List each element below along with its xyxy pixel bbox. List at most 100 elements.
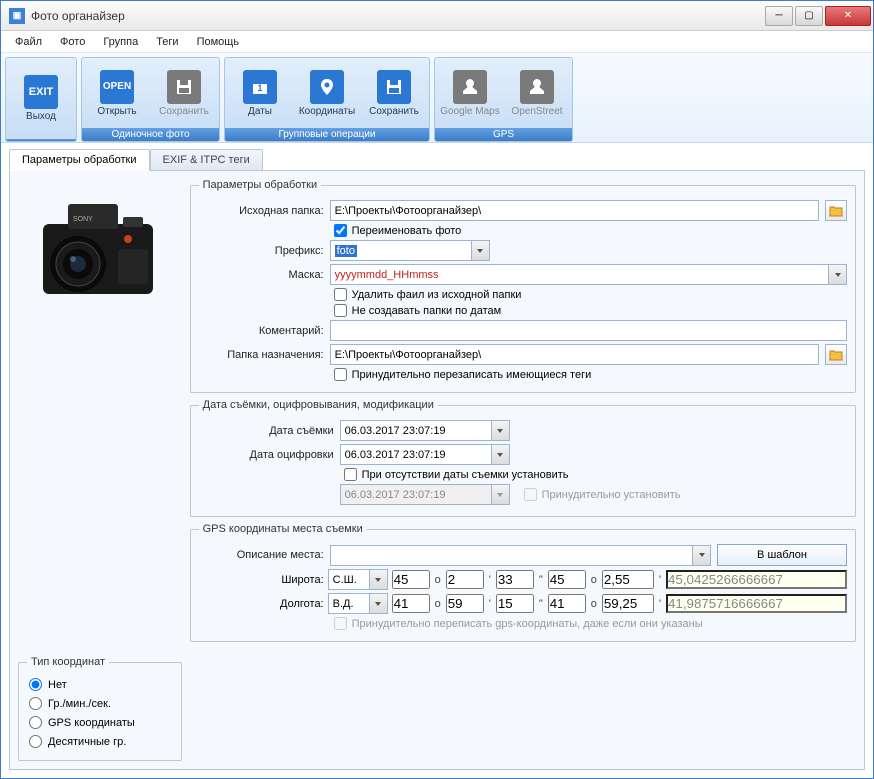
menu-tags[interactable]: Теги	[148, 34, 186, 50]
lon-decimal-input[interactable]	[666, 594, 847, 613]
comment-label: Коментарий:	[199, 325, 324, 337]
digi-date-label: Дата оцифровки	[199, 449, 334, 461]
lat-sec-input[interactable]	[496, 570, 534, 589]
tab-content: SONY Тип координат Нет Гр./мин./сек. GPS…	[9, 170, 865, 770]
open-button[interactable]: OPEN Открыть	[85, 61, 149, 125]
lon-label: Долгота:	[199, 598, 324, 610]
gps-legend: GPS координаты места съемки	[199, 523, 367, 535]
lat-alt1-input[interactable]	[548, 570, 586, 589]
prefix-label: Префикс:	[199, 245, 324, 257]
src-folder-label: Исходная папка:	[199, 205, 324, 217]
lat-alt2-input[interactable]	[602, 570, 654, 589]
src-folder-browse[interactable]	[825, 200, 847, 221]
shot-date-input[interactable]: 06.03.2017 23:07:19	[340, 420, 510, 441]
chevron-down-icon[interactable]	[692, 546, 710, 565]
svg-text:SONY: SONY	[73, 216, 93, 223]
coords-button[interactable]: Координаты	[295, 61, 359, 125]
prefix-combo[interactable]: foto	[330, 240, 490, 261]
coord-type-gps[interactable]: GPS координаты	[29, 716, 171, 729]
chevron-down-icon[interactable]	[369, 594, 387, 613]
osm-icon	[520, 70, 554, 104]
save-batch-label: Сохранить	[369, 106, 419, 117]
osm-label: OpenStreet	[511, 106, 562, 117]
comment-input[interactable]	[330, 320, 847, 341]
dst-folder-input[interactable]	[330, 344, 819, 365]
ribbon-group-label-4: GPS	[435, 128, 572, 141]
calendar-icon: 1	[243, 70, 277, 104]
lon-deg-input[interactable]	[392, 594, 430, 613]
dates-button[interactable]: 1 Даты	[228, 61, 292, 125]
menu-file[interactable]: Файл	[7, 34, 50, 50]
gps-fieldset: GPS координаты места съемки Описание мес…	[190, 523, 856, 642]
chevron-down-icon[interactable]	[828, 265, 846, 284]
save-icon	[377, 70, 411, 104]
app-icon: ▣	[9, 8, 25, 24]
osm-button[interactable]: OpenStreet	[505, 61, 569, 125]
chevron-down-icon[interactable]	[471, 241, 489, 260]
coords-label: Координаты	[299, 106, 355, 117]
right-column: Параметры обработки Исходная папка: Пере…	[190, 179, 856, 761]
place-label: Описание места:	[199, 549, 324, 561]
force-set-checkbox[interactable]	[524, 488, 537, 501]
ribbon-group-exit: EXIT Выход	[5, 57, 77, 142]
lon-min-input[interactable]	[446, 594, 484, 613]
lon-sec-input[interactable]	[496, 594, 534, 613]
minimize-button[interactable]: ─	[765, 6, 793, 26]
digi-date-input[interactable]: 06.03.2017 23:07:19	[340, 444, 510, 465]
mask-value: yyyymmdd_HHmmss	[335, 269, 439, 281]
save-icon	[167, 70, 201, 104]
mask-combo[interactable]: yyyymmdd_HHmmss	[330, 264, 847, 285]
lon-alt1-input[interactable]	[548, 594, 586, 613]
if-absent-checkbox[interactable]	[344, 468, 357, 481]
menu-help[interactable]: Помощь	[189, 34, 248, 50]
lat-decimal-input[interactable]	[666, 570, 847, 589]
tab-exif[interactable]: EXIF & ITPC теги	[150, 149, 263, 170]
no-date-folders-checkbox[interactable]	[334, 304, 347, 317]
tab-params[interactable]: Параметры обработки	[9, 149, 150, 171]
lat-label: Широта:	[199, 574, 324, 586]
lat-nsew-combo[interactable]: С.Ш.	[328, 569, 388, 590]
camera-image: SONY	[18, 179, 178, 319]
save-single-button[interactable]: Сохранить	[152, 61, 216, 125]
chevron-down-icon[interactable]	[491, 421, 509, 440]
titlebar: ▣ Фото органайзер ─ ▢ ✕	[1, 1, 873, 31]
lon-nsew-combo[interactable]: В.Д.	[328, 593, 388, 614]
chevron-down-icon[interactable]	[491, 485, 509, 504]
place-combo[interactable]	[330, 545, 711, 566]
lon-alt2-input[interactable]	[602, 594, 654, 613]
src-folder-input[interactable]	[330, 200, 819, 221]
maximize-button[interactable]: ▢	[795, 6, 823, 26]
left-column: SONY Тип координат Нет Гр./мин./сек. GPS…	[18, 179, 182, 761]
chevron-down-icon[interactable]	[491, 445, 509, 464]
menubar: Файл Фото Группа Теги Помощь	[1, 31, 873, 53]
chevron-down-icon[interactable]	[369, 570, 387, 589]
pin-icon	[310, 70, 344, 104]
ribbon-group-single: OPEN Открыть Сохранить Одиночное фото	[81, 57, 220, 142]
coord-type-dec[interactable]: Десятичные гр.	[29, 735, 171, 748]
delete-src-checkbox[interactable]	[334, 288, 347, 301]
gmaps-label: Google Maps	[440, 106, 499, 117]
ribbon-group-label-3: Групповые операции	[225, 128, 429, 141]
params-fieldset: Параметры обработки Исходная папка: Пере…	[190, 179, 856, 393]
menu-group[interactable]: Группа	[95, 34, 146, 50]
exit-button[interactable]: EXIT Выход	[9, 61, 73, 136]
coord-type-dms[interactable]: Гр./мин./сек.	[29, 697, 171, 710]
lat-deg-input[interactable]	[392, 570, 430, 589]
rename-checkbox[interactable]	[334, 224, 347, 237]
gmaps-icon	[453, 70, 487, 104]
shot-date-value: 06.03.2017 23:07:19	[345, 425, 446, 437]
shot-date-label: Дата съёмки	[199, 425, 334, 437]
save-batch-button[interactable]: Сохранить	[362, 61, 426, 125]
force-overwrite-checkbox[interactable]	[334, 368, 347, 381]
close-button[interactable]: ✕	[825, 6, 871, 26]
dst-folder-browse[interactable]	[825, 344, 847, 365]
menu-photo[interactable]: Фото	[52, 34, 93, 50]
lat-min-input[interactable]	[446, 570, 484, 589]
default-date-input[interactable]: 06.03.2017 23:07:19	[340, 484, 510, 505]
app-window: ▣ Фото органайзер ─ ▢ ✕ Файл Фото Группа…	[0, 0, 874, 779]
ribbon-group-label-1	[6, 139, 76, 141]
force-gps-checkbox[interactable]	[334, 617, 347, 630]
coord-type-none[interactable]: Нет	[29, 678, 171, 691]
template-button[interactable]: В шаблон	[717, 544, 847, 566]
gmaps-button[interactable]: Google Maps	[438, 61, 502, 125]
